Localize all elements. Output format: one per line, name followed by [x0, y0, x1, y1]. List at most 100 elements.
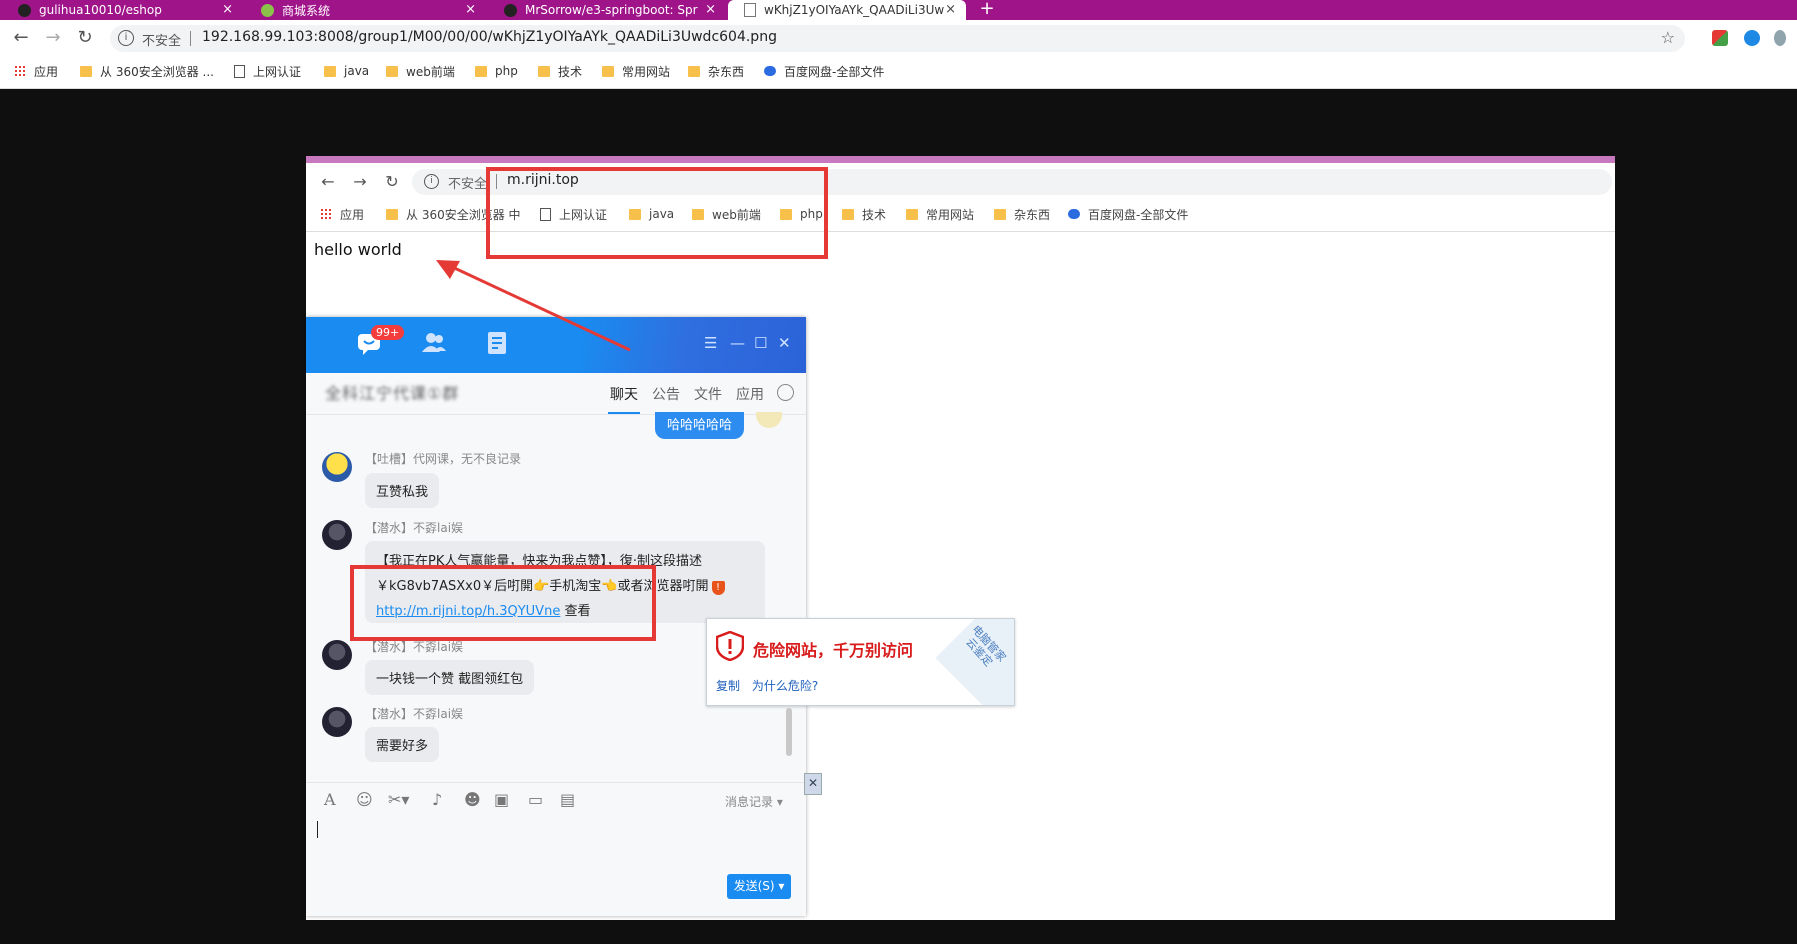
send-button-label: 发送(S) [733, 879, 775, 893]
annotation-box-link [350, 565, 656, 641]
message-bubble: 一块钱一个赞 截图领红包 [365, 660, 535, 695]
menu-icon[interactable]: ☰ [704, 334, 717, 352]
bookmark-php[interactable]: php [475, 62, 518, 80]
folder-icon [386, 65, 398, 77]
extension-icon[interactable] [1712, 30, 1728, 46]
apps-grid-icon [14, 65, 26, 77]
github-icon [504, 3, 517, 17]
forward-icon[interactable]: → [350, 172, 370, 192]
danger-title: 危险网站，千万别访问 [753, 641, 914, 660]
reload-icon[interactable]: ↻ [382, 172, 402, 192]
settings-gear-icon[interactable] [777, 384, 794, 401]
back-icon[interactable]: ← [318, 172, 338, 192]
tab-eshop[interactable]: gulihua10010/eshop × [0, 0, 243, 20]
message-bubble: 需要好多 [365, 727, 440, 762]
insecure-label[interactable]: 不安全 [142, 30, 181, 49]
inner-bookmark[interactable]: 常用网站 [906, 205, 974, 223]
bookmark-java[interactable]: java [324, 62, 369, 80]
unread-badge: 99+ [371, 325, 405, 340]
bookmark-misc[interactable]: 杂东西 [688, 62, 744, 80]
maximize-icon[interactable]: ☐ [754, 334, 767, 352]
folder-icon [80, 65, 92, 77]
avatar[interactable] [322, 640, 352, 670]
tab-title: wKhjZ1yOIYaAYk_QAADiLi3Uw [764, 3, 945, 17]
close-icon[interactable]: ✕ [778, 334, 791, 352]
avatar[interactable] [322, 520, 352, 550]
divider [306, 782, 806, 783]
bookmark-360[interactable]: 从 360安全浏览器 ... [80, 62, 214, 80]
cloud-icon [764, 66, 776, 76]
divider [190, 31, 191, 46]
bookmark-baidu[interactable]: 百度网盘-全部文件 [764, 62, 884, 80]
url-text[interactable]: 192.168.99.103:8008/group1/M00/00/00/wKh… [202, 29, 777, 45]
folder-icon [994, 208, 1006, 220]
bookmark-label: 技术 [862, 207, 887, 222]
bookmark-label: 杂东西 [1014, 207, 1051, 222]
bookmark-web[interactable]: web前端 [386, 62, 455, 80]
annotation-arrow [436, 260, 631, 352]
bookmark-apps[interactable]: 应用 [14, 62, 58, 80]
tab-image-active[interactable]: wKhjZ1yOIYaAYk_QAADiLi3Uw × [728, 0, 966, 20]
folder-icon [906, 208, 918, 220]
my-message-bubble: 哈哈哈哈哈 [655, 412, 745, 439]
bookmark-sites[interactable]: 常用网站 [602, 62, 670, 80]
address-bar[interactable]: i 不安全 192.168.99.103:8008/group1/M00/00/… [110, 25, 1685, 52]
danger-links: 复制 为什么危险? [716, 677, 818, 694]
folder-icon [324, 65, 336, 77]
bookmark-star-icon[interactable]: ☆ [1661, 28, 1675, 47]
tab-mall[interactable]: 商城系统 × [243, 0, 486, 20]
message-bubble: 互赞私我 [365, 473, 440, 508]
back-icon[interactable]: ← [10, 27, 32, 49]
tab-announcement[interactable]: 公告 [652, 384, 680, 404]
folder-icon [386, 208, 398, 220]
info-icon: i [424, 174, 439, 189]
minimize-icon[interactable]: — [730, 334, 745, 352]
send-button[interactable]: 发送(S) ▾ [727, 874, 791, 899]
sender-name[interactable]: 【吐槽】代网课，无不良记录 [365, 450, 521, 467]
sender-name[interactable]: 【潜水】不孬lai娱 [365, 705, 463, 722]
scrollbar[interactable] [786, 708, 792, 756]
close-icon[interactable]: ✕ [804, 773, 822, 795]
extension-icon[interactable] [1744, 30, 1760, 46]
close-tab-icon[interactable]: × [945, 2, 956, 17]
extension-icon[interactable] [1774, 30, 1786, 46]
inner-bookmark[interactable]: 百度网盘-全部文件 [1068, 205, 1188, 223]
bookmark-label: web前端 [406, 64, 455, 79]
bookmark-label: 常用网站 [926, 207, 975, 222]
apps-grid-icon [320, 208, 332, 220]
bookmark-label: 技术 [558, 64, 583, 79]
inner-bookmark[interactable]: 杂东西 [994, 205, 1050, 223]
danger-warning-popup: 危险网站，千万别访问 复制 为什么危险? 电脑管家 云鉴定 [706, 618, 1015, 706]
info-icon[interactable]: i [118, 30, 134, 46]
bookmark-label: 上网认证 [253, 64, 302, 79]
github-icon [18, 3, 31, 17]
why-dangerous-link[interactable]: 为什么危险? [752, 679, 818, 693]
folder-icon [538, 65, 550, 77]
tab-files[interactable]: 文件 [694, 384, 722, 404]
reload-icon[interactable]: ↻ [74, 27, 96, 49]
close-tab-icon[interactable]: × [705, 2, 716, 17]
leaf-icon [261, 3, 274, 17]
bookmark-label: 常用网站 [622, 64, 671, 79]
inner-tabstrip [306, 156, 1615, 163]
close-tab-icon[interactable]: × [465, 2, 476, 17]
tab-e3-springboot[interactable]: MrSorrow/e3-springboot: Spr × [486, 0, 726, 20]
tab-chat[interactable]: 聊天 [610, 384, 638, 404]
sender-name[interactable]: 【潜水】不孬lai娱 [365, 519, 463, 536]
annotation-box-url [486, 167, 828, 259]
forward-icon[interactable]: → [42, 27, 64, 49]
inner-bookmark[interactable]: 技术 [842, 205, 886, 223]
bookmark-label: 从 360安全浏览器 ... [100, 64, 214, 79]
page-content-text: hello world [314, 240, 402, 259]
tab-apps[interactable]: 应用 [736, 384, 764, 404]
new-tab-button[interactable]: + [974, 0, 1000, 20]
avatar[interactable] [322, 452, 352, 482]
copy-link[interactable]: 复制 [716, 679, 740, 693]
page-icon [234, 64, 245, 78]
avatar[interactable] [322, 707, 352, 737]
folder-icon [842, 208, 854, 220]
bookmark-tech[interactable]: 技术 [538, 62, 582, 80]
inner-bookmark[interactable]: 应用 [320, 205, 364, 223]
close-tab-icon[interactable]: × [222, 2, 233, 17]
bookmark-login[interactable]: 上网认证 [234, 62, 301, 80]
